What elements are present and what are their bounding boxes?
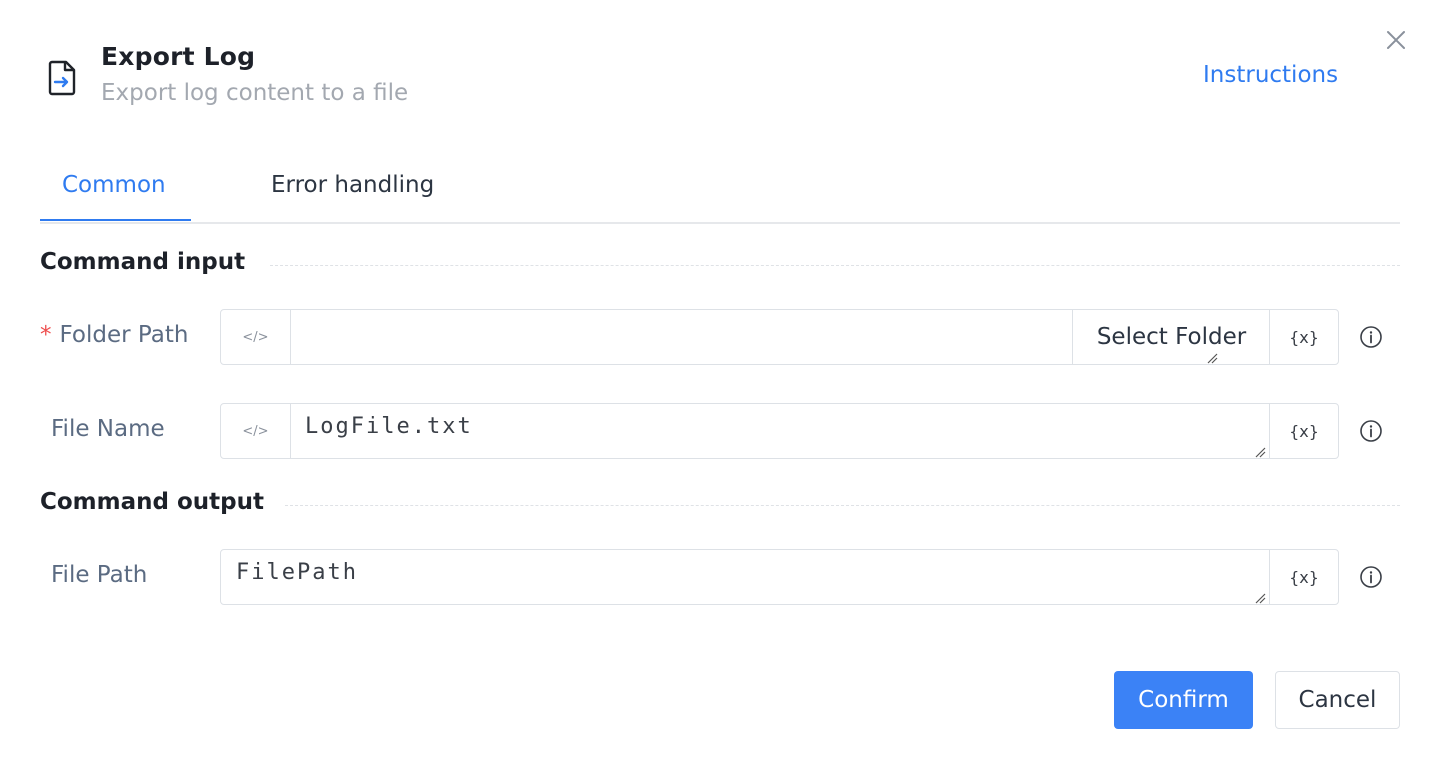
- info-icon[interactable]: [1359, 325, 1383, 349]
- variable-insert-button[interactable]: {x}: [1269, 404, 1338, 458]
- close-icon[interactable]: [1380, 24, 1412, 56]
- file-name-field: </> LogFile.txt {x}: [220, 403, 1339, 459]
- select-folder-button[interactable]: Select Folder: [1072, 310, 1270, 364]
- folder-path-field: </> Select Folder {x}: [220, 309, 1339, 365]
- confirm-button[interactable]: Confirm: [1114, 671, 1253, 729]
- dialog-subtitle: Export log content to a file: [101, 80, 409, 106]
- folder-path-label: * Folder Path: [40, 322, 188, 348]
- folder-path-input[interactable]: [305, 320, 1065, 354]
- info-icon[interactable]: [1359, 419, 1383, 443]
- code-mode-toggle[interactable]: </>: [221, 310, 291, 364]
- resize-handle-icon[interactable]: [1254, 592, 1266, 604]
- cancel-button[interactable]: Cancel: [1275, 671, 1400, 729]
- file-name-input[interactable]: LogFile.txt: [305, 414, 473, 439]
- file-export-icon: [48, 60, 76, 96]
- variable-insert-button[interactable]: {x}: [1269, 310, 1338, 364]
- code-mode-toggle[interactable]: </>: [221, 404, 291, 458]
- section-command-input: Command input: [40, 249, 246, 275]
- section-command-output: Command output: [40, 489, 264, 515]
- folder-path-label-text: Folder Path: [59, 322, 189, 348]
- file-path-field: FilePath {x}: [220, 549, 1339, 605]
- info-icon[interactable]: [1359, 565, 1383, 589]
- active-tab-indicator: [40, 219, 191, 221]
- dialog-title: Export Log: [101, 42, 256, 71]
- tab-common[interactable]: Common: [62, 172, 166, 198]
- instructions-link[interactable]: Instructions: [1203, 62, 1338, 88]
- required-mark: *: [40, 322, 52, 348]
- tab-bar: Common Error handling: [40, 158, 1400, 224]
- file-path-input[interactable]: FilePath: [236, 560, 358, 585]
- section-divider: [285, 505, 1400, 506]
- file-path-label: File Path: [51, 562, 148, 588]
- resize-handle-icon[interactable]: [1254, 446, 1266, 458]
- tab-error-handling[interactable]: Error handling: [271, 172, 434, 198]
- file-name-label: File Name: [51, 416, 165, 442]
- export-log-dialog: Export Log Export log content to a file …: [0, 0, 1440, 768]
- section-divider: [270, 265, 1400, 266]
- variable-insert-button[interactable]: {x}: [1269, 550, 1338, 604]
